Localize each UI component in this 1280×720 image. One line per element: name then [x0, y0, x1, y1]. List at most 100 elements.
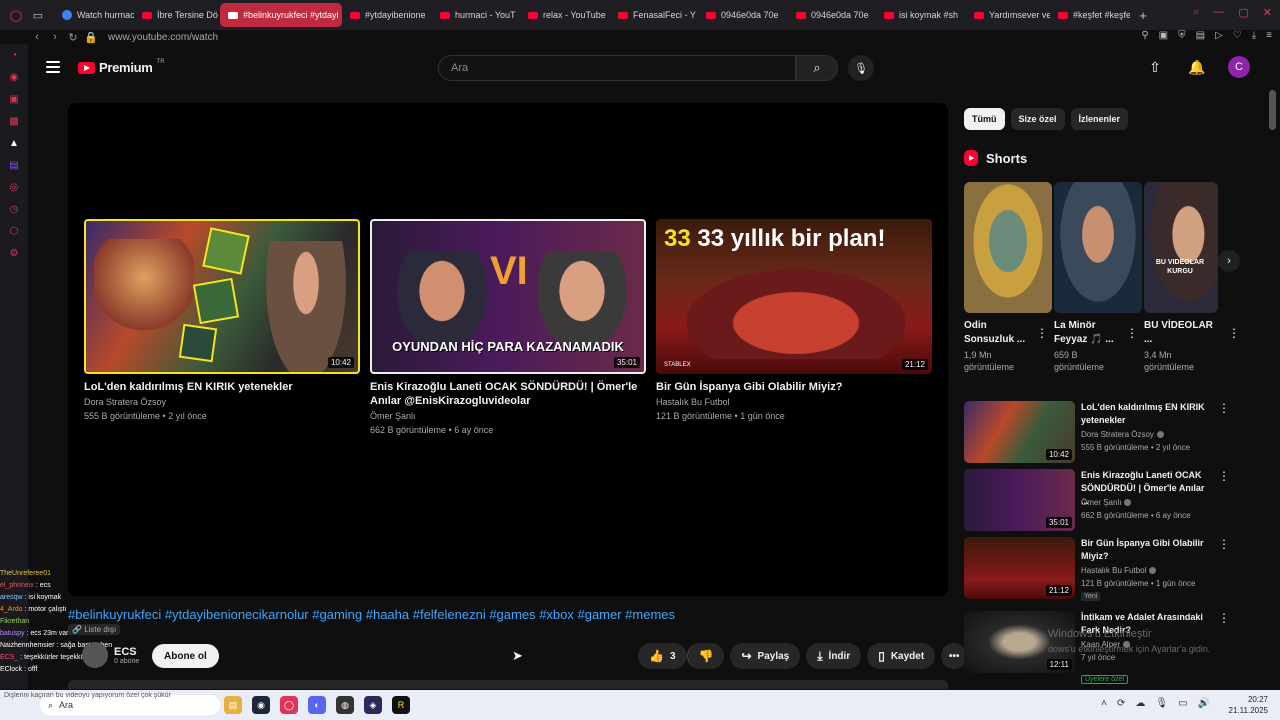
download-icon[interactable]: ⤓	[1252, 30, 1256, 41]
short-title[interactable]: BU VİDEOLAR ...	[1144, 319, 1218, 347]
endcard-video-3[interactable]: 33 33 yıllık bir plan! STABLEX 21:12 Bir…	[656, 219, 932, 422]
search-input[interactable]: Ara	[438, 55, 796, 81]
opera-logo-icon[interactable]: ◯	[8, 7, 24, 23]
like-button[interactable]: 👍 3	[638, 643, 687, 669]
rec-channel[interactable]: Dora Stratera Özsoy	[1081, 430, 1164, 439]
tab-6[interactable]: relax - YouTube	[520, 3, 610, 27]
share-button[interactable]: ↪ Paylaş	[730, 643, 801, 669]
rec-title[interactable]: Bir Gün İspanya Gibi Olabilir Miyiz?	[1081, 537, 1211, 563]
cloud-icon[interactable]: ☁	[1135, 698, 1145, 709]
endcard-channel[interactable]: Ömer Şanlı	[370, 410, 646, 422]
snapshot-icon[interactable]: ▣	[1159, 30, 1168, 41]
recommended-video-1[interactable]: 10:42 LoL'den kaldırılmış EN KIRIK yeten…	[964, 401, 1264, 463]
rec-channel[interactable]: Hastalık Bu Futbol	[1081, 566, 1157, 575]
discord-icon[interactable]: ◐	[308, 696, 326, 714]
endcard-title[interactable]: LoL'den kaldırılmış EN KIRIK yetenekler	[84, 380, 360, 394]
tab-4[interactable]: #ytdayibenione	[342, 3, 432, 27]
chip-for-you[interactable]: Size özel	[1010, 108, 1065, 130]
rec-channel[interactable]: Ömer Şanlı	[1081, 498, 1132, 507]
endcard-video-2[interactable]: VI OYUNDAN HİÇ PARA KAZANAMADIK 35:01 En…	[370, 219, 646, 436]
recommended-video-3[interactable]: 21:12 Bir Gün İspanya Gibi Olabilir Miyi…	[964, 537, 1264, 601]
notifications-bell-icon[interactable]: 🔔	[1186, 59, 1208, 76]
twitch-icon[interactable]: ▤	[0, 154, 28, 176]
maximize-icon[interactable]: ▢	[1238, 6, 1248, 19]
tab-8[interactable]: 0946e0da 70e	[698, 3, 788, 27]
endcard-thumbnail[interactable]: 33 33 yıllık bir plan! STABLEX 21:12	[656, 219, 932, 374]
short-title[interactable]: Odin Sonsuzluk ...	[964, 319, 1038, 347]
youtube-logo[interactable]: Premium TR	[78, 59, 165, 75]
minimize-icon[interactable]: —	[1213, 6, 1224, 19]
player-icon[interactable]: ▷	[1215, 30, 1223, 41]
short-item-3[interactable]: BU VIDEOLAR KURGU BU VİDEOLAR ... 3,4 Mn…	[1144, 182, 1240, 373]
messenger-icon[interactable]: ◉	[0, 66, 28, 88]
more-vertical-icon[interactable]: ⋮	[1126, 326, 1138, 340]
heart-icon[interactable]: ♡	[1233, 30, 1242, 41]
pin-icon[interactable]: ⚲	[1141, 30, 1148, 41]
endcard-video-1[interactable]: 10:42 LoL'den kaldırılmış EN KIRIK yeten…	[84, 219, 360, 422]
search-button[interactable]: ⌕	[796, 55, 838, 81]
endcard-title[interactable]: Enis Kirazoğlu Laneti OCAK SÖNDÜRDÜ! | Ö…	[370, 380, 646, 408]
page-scrollbar[interactable]	[1269, 60, 1276, 680]
shield-icon[interactable]: ⛨	[1178, 30, 1186, 41]
tab-5[interactable]: hurmaci - YouT	[432, 3, 520, 27]
dislike-button[interactable]: 👎	[686, 643, 725, 669]
tab-3-active[interactable]: #belinkuyrukfeci #ytdayi	[220, 3, 342, 27]
tab-2[interactable]: İbre Tersine Dö	[134, 3, 220, 27]
channel-info[interactable]: ECS 0 abone	[82, 642, 139, 668]
rec-thumbnail[interactable]: 10:42	[964, 401, 1075, 463]
endcard-thumbnail[interactable]: 10:42	[84, 219, 360, 374]
chevron-up-icon[interactable]: ˄	[1101, 698, 1107, 709]
tab-1[interactable]: Watch hurmac	[54, 3, 134, 27]
app-icon[interactable]: ◈	[364, 696, 382, 714]
settings-icon[interactable]: ⚙	[0, 242, 28, 264]
channel-avatar[interactable]	[82, 642, 108, 668]
endcard-title[interactable]: Bir Gün İspanya Gibi Olabilir Miyiz?	[656, 380, 932, 394]
obs-icon[interactable]: ◍	[336, 696, 354, 714]
download-button[interactable]: ⤓ İndir	[806, 643, 862, 669]
video-hashtags[interactable]: #belinkuyrukfeci #ytdayibenionecikarnolu…	[68, 607, 675, 622]
player-icon[interactable]: ◎	[0, 176, 28, 198]
short-item-1[interactable]: Odin Sonsuzluk ... 1,9 Mn görüntüleme ⋮	[964, 182, 1052, 373]
tab-7[interactable]: FenasalFeci - Y	[610, 3, 698, 27]
more-vertical-icon[interactable]: ⋮	[1218, 469, 1230, 483]
tab-12[interactable]: #keşfet #keşfet	[1050, 3, 1130, 27]
scrollbar-thumb[interactable]	[1269, 90, 1276, 130]
short-thumbnail[interactable]	[1054, 182, 1142, 313]
taskbar-clock[interactable]: 20:27 21.11.2025	[1229, 694, 1268, 716]
close-icon[interactable]: ✕	[1263, 6, 1272, 19]
music-icon[interactable]: ▩	[0, 110, 28, 132]
avatar[interactable]: C	[1228, 56, 1250, 78]
more-vertical-icon[interactable]: ⋮	[1228, 326, 1240, 340]
tab-grid-icon[interactable]: ▭	[30, 7, 46, 23]
short-thumbnail[interactable]	[964, 182, 1052, 313]
wallet-icon[interactable]: ▤	[1196, 30, 1205, 41]
voice-search-button[interactable]: 🎙	[848, 55, 874, 81]
clock-icon[interactable]: ◷	[0, 198, 28, 220]
reload-icon[interactable]: ↻	[64, 31, 82, 44]
sync-icon[interactable]: ⟳	[1117, 698, 1125, 709]
rec-thumbnail[interactable]: 35:01	[964, 469, 1075, 531]
microphone-icon[interactable]: 🎙	[1155, 698, 1168, 709]
tab-9[interactable]: 0946e0da 70e	[788, 3, 876, 27]
more-vertical-icon[interactable]: ⋮	[1218, 611, 1230, 625]
menu-icon[interactable]: ≡	[1266, 30, 1272, 41]
hamburger-menu-icon[interactable]	[46, 61, 60, 73]
subscribe-button[interactable]: Abone ol	[152, 644, 219, 668]
chip-all[interactable]: Tümü	[964, 108, 1005, 130]
volume-icon[interactable]: 🔊	[1198, 698, 1210, 709]
chat-icon[interactable]: ▣	[0, 88, 28, 110]
short-title[interactable]: La Minör Feyyaz 🎵 ...	[1054, 319, 1128, 347]
short-item-2[interactable]: La Minör Feyyaz 🎵 ... 659 B görüntüleme …	[1054, 182, 1142, 373]
video-player[interactable]: 10:42 LoL'den kaldırılmış EN KIRIK yeten…	[68, 103, 948, 596]
extensions-icon[interactable]: ⬡	[0, 220, 28, 242]
endcard-channel[interactable]: Dora Stratera Özsoy	[84, 396, 360, 408]
shorts-next-button[interactable]: ›	[1218, 250, 1240, 272]
endcard-thumbnail[interactable]: VI OYUNDAN HİÇ PARA KAZANAMADIK 35:01	[370, 219, 646, 374]
upload-icon[interactable]: ⇧	[1144, 59, 1166, 76]
url-field[interactable]: www.youtube.com/watch	[108, 32, 218, 43]
description-box[interactable]	[68, 680, 948, 689]
short-thumbnail[interactable]: BU VIDEOLAR KURGU	[1144, 182, 1218, 313]
network-icon[interactable]: ▭	[1178, 698, 1187, 709]
opera-icon[interactable]: ◯	[280, 696, 298, 714]
new-tab-icon[interactable]: +	[1134, 8, 1152, 23]
